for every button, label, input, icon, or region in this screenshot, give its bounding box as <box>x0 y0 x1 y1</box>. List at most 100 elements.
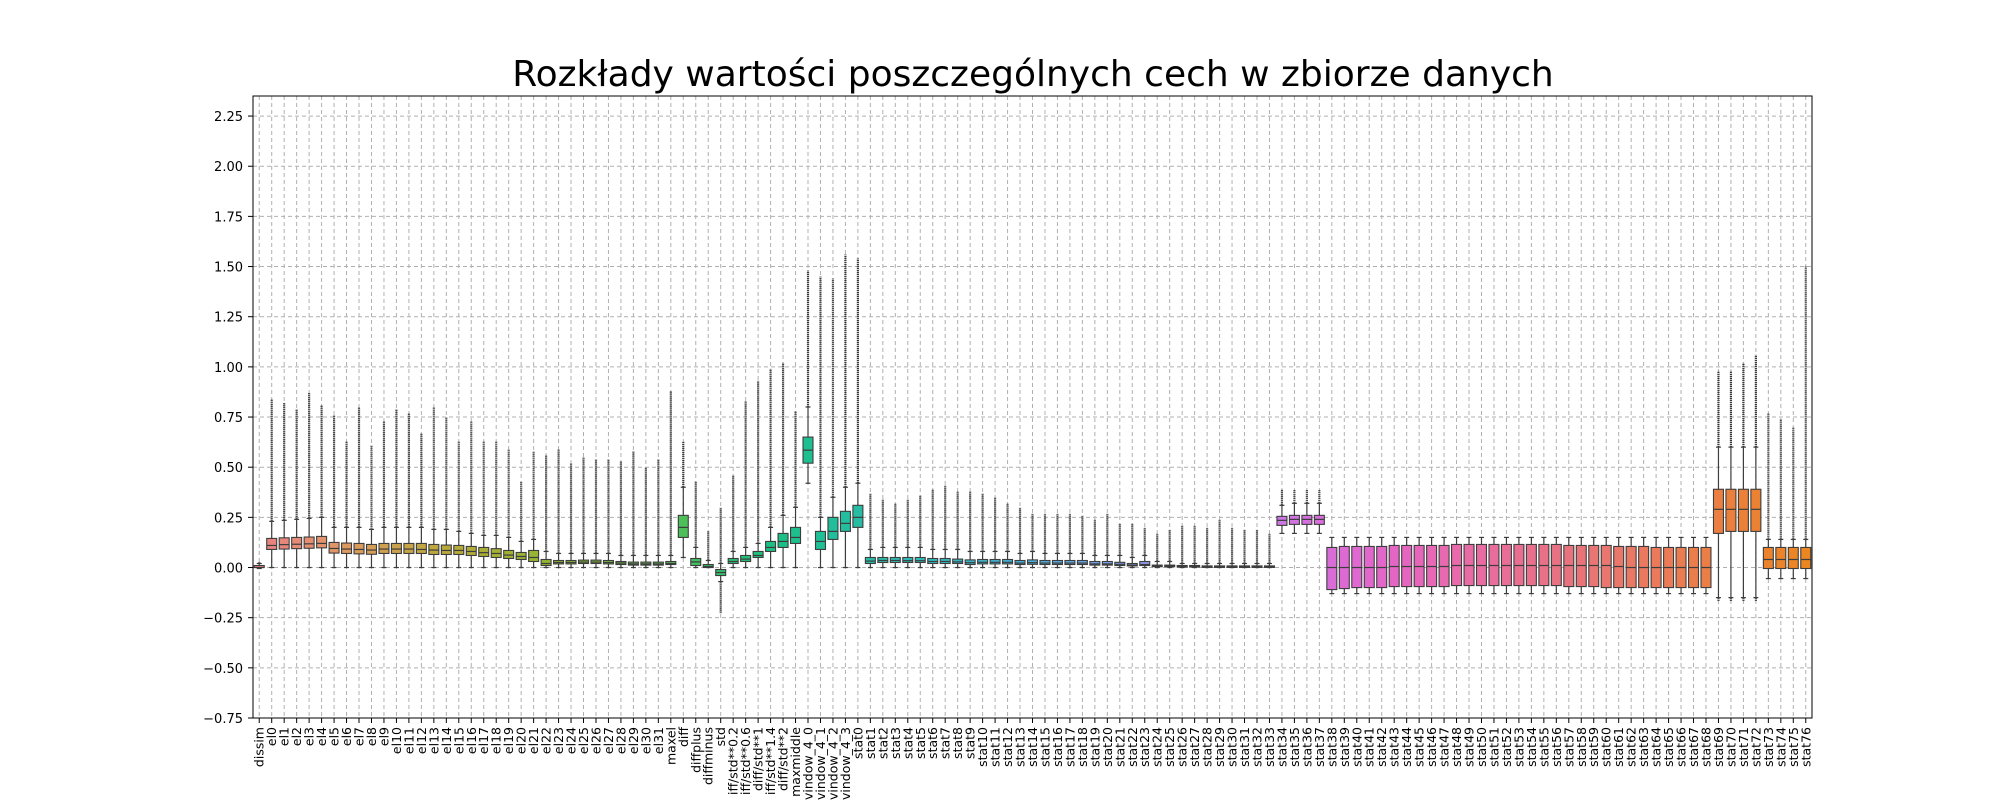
box-el4 <box>316 404 328 569</box>
iqr-box <box>902 556 914 564</box>
box-stat25 <box>1164 529 1176 569</box>
box-stat16 <box>1051 513 1063 569</box>
box-maxmiddle <box>789 411 802 569</box>
box-diff <box>677 441 689 559</box>
box-el12 <box>415 433 427 569</box>
box-stat18 <box>1076 515 1088 569</box>
box-stat6 <box>927 489 939 569</box>
box-el10 <box>390 409 402 569</box>
box-el7 <box>353 407 365 569</box>
iqr-box <box>1014 559 1026 566</box>
box-diff/std**1.4 <box>765 368 777 569</box>
iqr-box <box>1089 560 1101 566</box>
iqr-box <box>989 558 1001 565</box>
box-stat64 <box>1650 536 1662 595</box>
box-window_4_1 <box>814 276 827 569</box>
iqr-box <box>1600 544 1612 589</box>
box-stat15 <box>1039 513 1051 569</box>
box-stat17 <box>1064 513 1076 569</box>
box-stat67 <box>1687 536 1700 595</box>
iqr-box <box>1039 559 1051 566</box>
box-stat24 <box>1151 533 1163 569</box>
iqr-box <box>341 542 353 555</box>
box-stat60 <box>1600 536 1612 595</box>
box-stat39 <box>1338 536 1350 595</box>
box-stat8 <box>952 491 964 569</box>
iqr-box <box>1051 559 1063 566</box>
iqr-box <box>528 549 540 563</box>
iqr-box <box>1725 488 1737 532</box>
y-tick-label: 1.25 <box>214 311 243 326</box>
box-el5 <box>328 415 340 569</box>
box-stat12 <box>1002 503 1014 569</box>
iqr-box <box>365 543 378 555</box>
y-tick-label: −0.50 <box>203 662 243 677</box>
iqr-box <box>403 542 415 555</box>
y-tick-label: 1.00 <box>214 361 243 376</box>
box-el0 <box>266 398 278 569</box>
box-stat28 <box>1201 527 1213 569</box>
box-stat48 <box>1451 536 1463 595</box>
y-tick-label: 0.00 <box>214 562 243 577</box>
iqr-box <box>378 542 390 555</box>
box-window_4_0 <box>802 270 814 484</box>
iqr-box <box>266 537 278 551</box>
box-stat41 <box>1363 536 1375 595</box>
y-tick-label: 0.75 <box>214 411 243 426</box>
iqr-box <box>478 546 490 558</box>
iqr-box <box>1026 559 1039 565</box>
iqr-box <box>353 542 365 555</box>
y-tick-label: 2.25 <box>214 110 243 125</box>
box-stat58 <box>1575 536 1587 595</box>
box-stat0 <box>852 258 864 569</box>
box-el29 <box>627 451 639 569</box>
box-stat56 <box>1550 536 1562 595</box>
box-stat43 <box>1388 536 1400 595</box>
iqr-box <box>1326 546 1338 591</box>
box-stat30 <box>1226 527 1238 569</box>
box-el27 <box>602 459 614 569</box>
box-el13 <box>428 407 440 569</box>
box-stat46 <box>1426 536 1438 595</box>
box-stat53 <box>1513 536 1525 595</box>
box-stat23 <box>1139 527 1151 569</box>
iqr-box <box>440 544 452 556</box>
box-stat1 <box>864 493 876 569</box>
box-stat74 <box>1775 419 1787 580</box>
box-stat50 <box>1475 536 1488 595</box>
iqr-box <box>291 536 303 550</box>
box-stat33 <box>1263 533 1276 569</box>
iqr-box <box>328 541 340 554</box>
box-stat63 <box>1638 536 1650 595</box>
y-tick-label: 1.50 <box>214 261 243 276</box>
box-el26 <box>590 459 602 569</box>
box-stat52 <box>1500 536 1512 595</box>
iqr-box <box>1787 546 1799 570</box>
iqr-box <box>1762 546 1774 570</box>
box-stat62 <box>1625 536 1637 595</box>
box-plot: −0.75 −0.50 −0.25 0.00 0.25 0.50 0.75 1.00 1.25 1… <box>203 95 1813 800</box>
axes: −0.75 −0.50 −0.25 0.00 0.25 0.50 0.75 1.00 1.25 1… <box>203 110 1813 800</box>
iqr-box <box>839 510 851 532</box>
box-el2 <box>291 409 303 569</box>
iqr-box <box>1712 488 1724 534</box>
box-el11 <box>403 413 415 569</box>
box-stat21 <box>1114 523 1126 569</box>
iqr-box <box>740 554 752 563</box>
iqr-box <box>777 532 789 549</box>
box-stat11 <box>989 497 1001 569</box>
box-el21 <box>528 451 540 569</box>
box-el16 <box>465 421 477 569</box>
iqr-box <box>1064 559 1076 566</box>
box-stat57 <box>1563 536 1575 595</box>
box-stat20 <box>1101 513 1113 569</box>
box-stat13 <box>1014 507 1026 569</box>
iqr-box <box>316 535 328 549</box>
iqr-box <box>428 543 440 556</box>
iqr-box <box>1775 546 1787 570</box>
box-std <box>715 507 727 614</box>
iqr-box <box>864 556 876 565</box>
box-stat14 <box>1026 513 1039 569</box>
iqr-box <box>827 516 839 540</box>
iqr-box <box>278 537 290 550</box>
